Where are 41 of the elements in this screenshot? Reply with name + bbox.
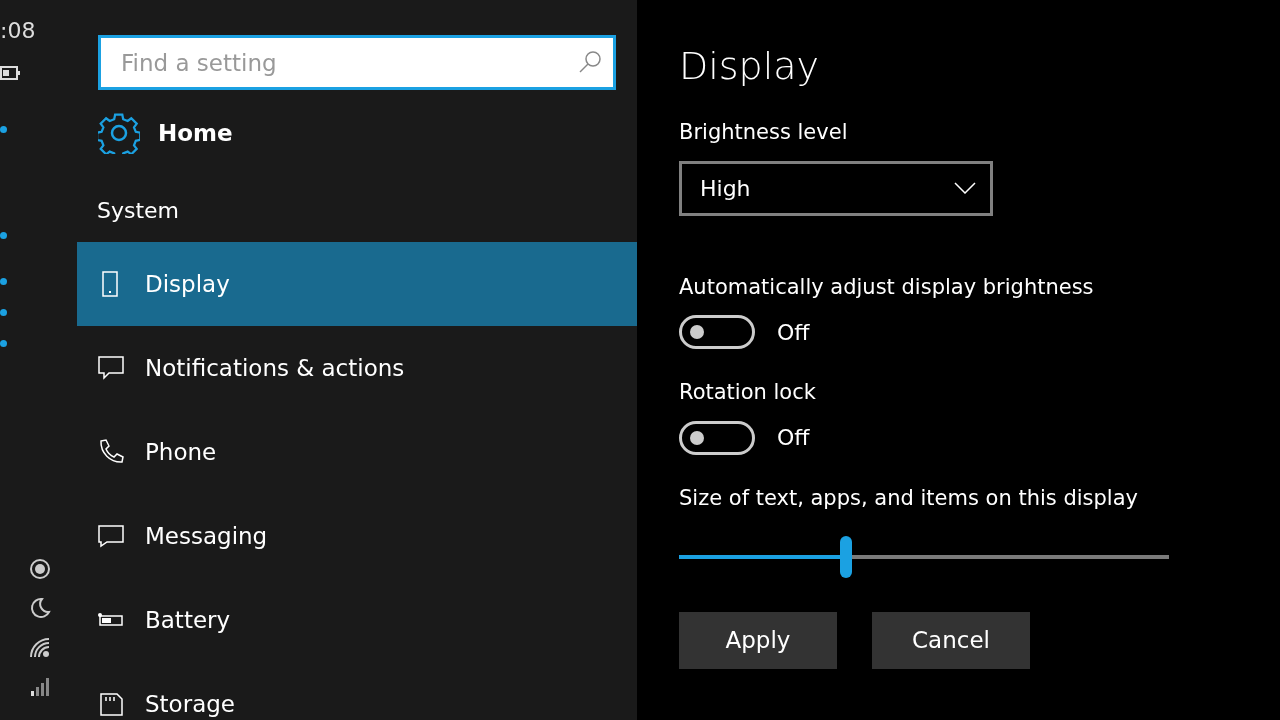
action-button[interactable]: Apply [679, 612, 837, 669]
handset-icon [97, 438, 125, 466]
toggle-state: Off [777, 318, 810, 347]
signal-icon [29, 675, 51, 697]
slider-thumb[interactable] [839, 536, 852, 578]
page-title: Display [679, 43, 821, 90]
message-icon [97, 522, 125, 550]
setting-label: Size of text, apps, and items on this display [679, 484, 1139, 512]
wifi-icon [29, 637, 51, 659]
setting-label: Automatically adjust display brightness [679, 273, 1095, 301]
indicator-dot [0, 232, 7, 239]
setting-label: Brightness level [679, 119, 849, 146]
speech-bubble-icon [97, 354, 125, 382]
home-link[interactable]: Home [158, 115, 233, 151]
nav-item[interactable]: Notifications & actions [77, 326, 637, 410]
nav-item[interactable]: Storage [77, 662, 637, 720]
nav-item[interactable]: Messaging [77, 494, 637, 578]
setting-label: Rotation lock [679, 379, 817, 406]
indicator-dot [0, 126, 7, 133]
moon-icon [29, 597, 51, 619]
nav-item[interactable]: Display [77, 242, 637, 326]
gear-icon[interactable] [98, 112, 140, 154]
search-icon[interactable] [578, 50, 602, 74]
battery-icon [0, 65, 20, 81]
nav-item[interactable]: Phone [77, 410, 637, 494]
action-button[interactable]: Cancel [872, 612, 1030, 669]
toggle-switch[interactable] [679, 420, 755, 455]
slider-track[interactable] [679, 555, 1169, 559]
clock-time: :08 [0, 17, 36, 45]
search-field[interactable]: Find a setting [98, 35, 616, 90]
indicator-dot [0, 340, 7, 347]
sd-card-icon [97, 690, 125, 718]
toggle-state: Off [777, 424, 810, 452]
record-icon [29, 558, 51, 580]
toggle-switch[interactable] [679, 315, 755, 349]
indicator-dot [0, 309, 7, 316]
section-heading: System [97, 197, 181, 225]
nav-item[interactable]: Battery [77, 578, 637, 662]
chevron-down-icon [954, 182, 976, 194]
brightness-dropdown[interactable]: High [679, 160, 993, 216]
indicator-dot [0, 278, 7, 285]
